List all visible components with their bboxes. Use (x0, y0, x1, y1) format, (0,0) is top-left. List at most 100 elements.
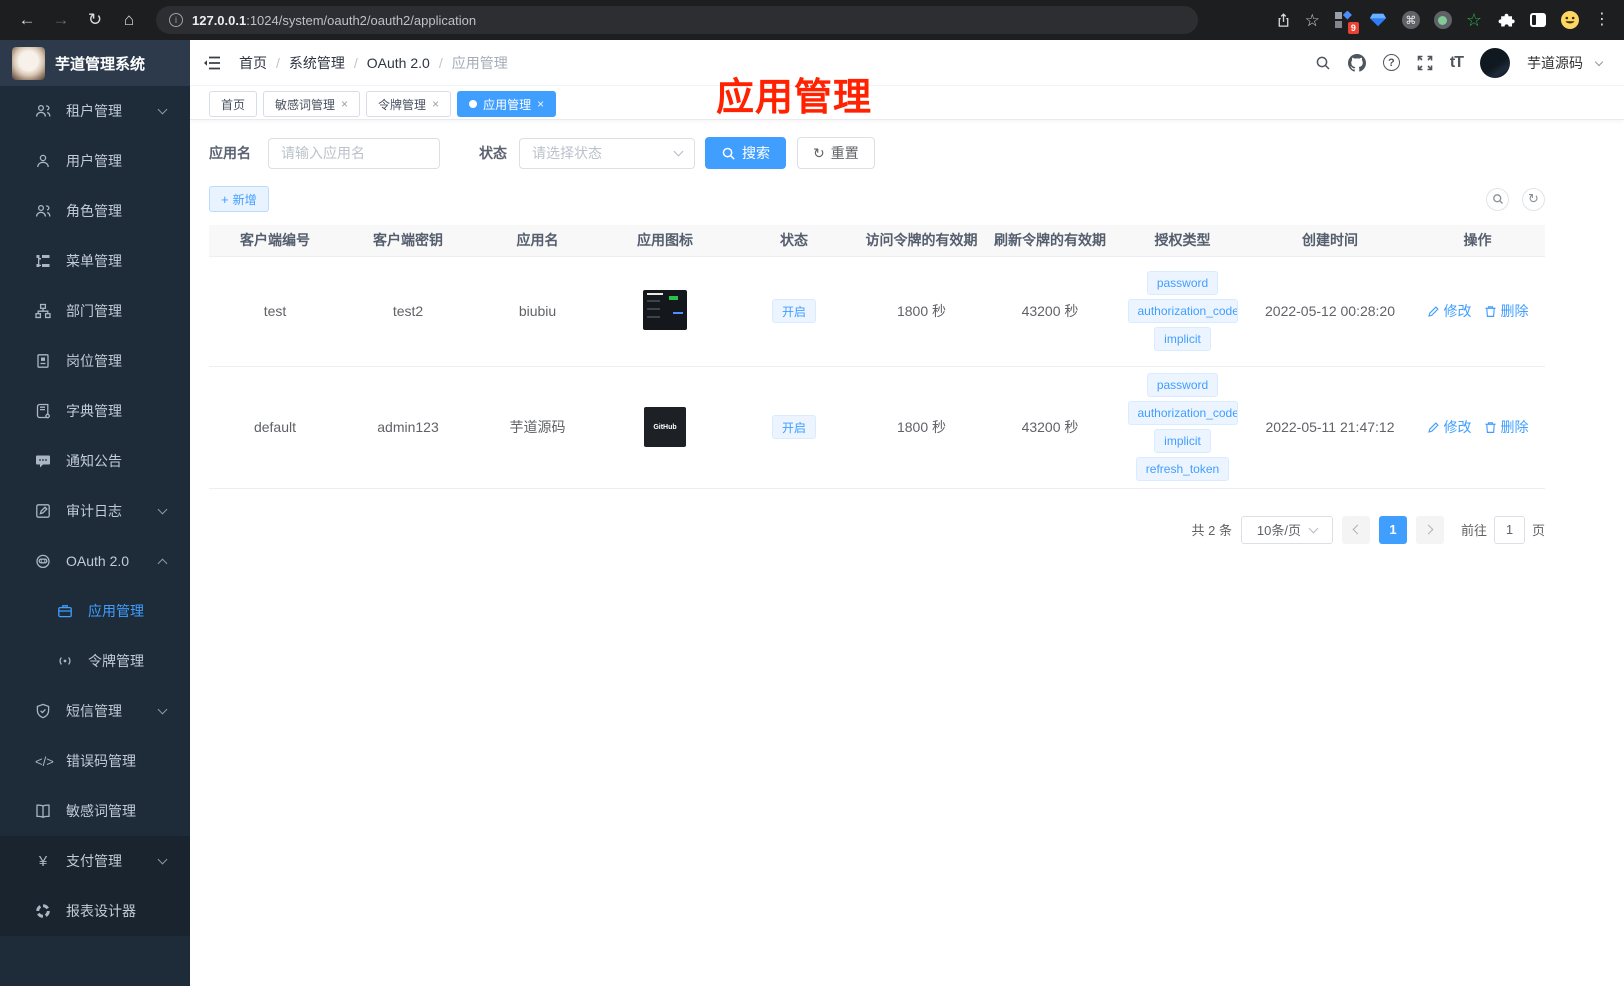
github-link[interactable] (1347, 53, 1366, 72)
bookmark-star-button[interactable]: ☆ (1305, 12, 1320, 29)
sidebar-item-label: 错误码管理 (66, 753, 136, 769)
sidebar-item-role[interactable]: 角色管理 (0, 186, 190, 236)
sidebar-item-errorcode[interactable]: </> 错误码管理 (0, 736, 190, 786)
sidebar-item-sensitiveword[interactable]: 敏感词管理 (0, 786, 190, 836)
github-icon (1347, 53, 1366, 72)
share-button[interactable] (1276, 12, 1291, 28)
sidebar-item-label: 审计日志 (66, 503, 122, 519)
sidebar-item-post[interactable]: 岗位管理 (0, 336, 190, 386)
side-panel-button[interactable] (1530, 13, 1546, 27)
extension-star-green[interactable]: ☆ (1466, 10, 1482, 31)
help-button[interactable]: ? (1382, 54, 1400, 71)
sidebar-item-label: 支付管理 (66, 853, 122, 869)
sidebar-item-dept[interactable]: 部门管理 (0, 286, 190, 336)
extension-tabgroups[interactable]: 9 (1334, 10, 1359, 34)
cell-app-name: biubiu (475, 256, 600, 367)
font-size-button[interactable]: tT (1449, 53, 1464, 72)
edit-link[interactable]: 修改 (1427, 301, 1472, 321)
extension-command[interactable]: ⌘ (1401, 11, 1420, 29)
browser-reload-button[interactable]: ↻ (80, 5, 110, 35)
tab-label: 应用管理 (483, 97, 532, 112)
page-size-select[interactable]: 10条/页 (1240, 515, 1333, 544)
command-icon: ⌘ (1405, 14, 1417, 27)
tab-sensitive-word[interactable]: 敏感词管理 × (263, 91, 361, 117)
browser-home-button[interactable]: ⌂ (114, 5, 144, 35)
sidebar-item-user[interactable]: 用户管理 (0, 136, 190, 186)
sidebar-item-oauth2[interactable]: OAuth 2.0 (0, 536, 190, 586)
status-badge: 开启 (771, 415, 816, 439)
app-logo[interactable]: 芋道管理系统 (0, 40, 190, 86)
sidebar: 芋道管理系统 租户管理 用户管理 角色管理 菜单管理 部门管理 岗位管理 字典管… (0, 40, 190, 986)
goto-label: 前往 (1460, 523, 1487, 538)
font-size-icon: tT (1449, 53, 1464, 71)
search-icon (1316, 56, 1330, 70)
grant-tag: implicit (1154, 429, 1211, 453)
edit-link[interactable]: 修改 (1427, 417, 1472, 437)
logo-rabbit-image (12, 46, 45, 80)
chevron-up-icon (157, 558, 168, 569)
table-row: default admin123 芋道源码 GitHub 开启 1800 秒 4… (209, 366, 1545, 489)
reload-icon: ↻ (87, 10, 103, 29)
sidebar-item-pay[interactable]: ¥ 支付管理 (0, 836, 190, 886)
tab-application-active[interactable]: 应用管理 × (457, 91, 557, 117)
goto-page-input[interactable] (1493, 515, 1525, 544)
next-page-button[interactable] (1415, 515, 1444, 544)
sidebar-item-notice[interactable]: 通知公告 (0, 436, 190, 486)
col-refresh-ttl: 刷新令牌的有效期 (985, 225, 1115, 257)
status-select[interactable]: 请选择状态 (519, 137, 695, 169)
browser-back-button[interactable]: ← (12, 5, 42, 35)
badge-icon (37, 354, 49, 368)
user-avatar[interactable] (1480, 47, 1510, 78)
main-area: 首页 / 系统管理 / OAuth 2.0 / 应用管理 ? tT 芋道源码 首… (190, 40, 1624, 986)
tab-close-icon[interactable]: × (432, 97, 439, 111)
cell-access-ttl: 1800 秒 (858, 256, 985, 367)
tab-home[interactable]: 首页 (209, 91, 258, 117)
browser-menu-button[interactable]: ⋮ (1594, 12, 1610, 28)
breadcrumb-system: 系统管理 (288, 54, 345, 71)
tab-token[interactable]: 令牌管理 × (366, 91, 452, 117)
sidebar-item-tenant[interactable]: 租户管理 (0, 86, 190, 136)
fullscreen-button[interactable] (1417, 55, 1433, 71)
extension-gem[interactable] (1368, 10, 1388, 30)
search-button[interactable]: 搜索 (705, 137, 786, 169)
page-size-value: 10条/页 (1256, 523, 1301, 538)
refresh-table-button[interactable]: ↻ (1522, 187, 1545, 211)
sidebar-collapse-button[interactable] (203, 55, 221, 71)
home-icon: ⌂ (123, 10, 135, 29)
extension-recorder[interactable] (1433, 11, 1452, 29)
table-row: test test2 biubiu 开启 1800 秒 43200 秒 pass… (209, 256, 1545, 367)
delete-link[interactable]: 删除 (1484, 301, 1529, 321)
prev-page-button[interactable] (1341, 515, 1370, 544)
delete-link[interactable]: 删除 (1484, 417, 1529, 437)
sidebar-item-report-designer[interactable]: 报表设计器 (0, 886, 190, 936)
toggle-search-button[interactable] (1486, 187, 1509, 211)
page-number-1[interactable]: 1 (1378, 515, 1407, 544)
site-info-icon[interactable]: i (169, 13, 183, 27)
tab-close-icon[interactable]: × (341, 97, 348, 111)
sidebar-item-sms[interactable]: 短信管理 (0, 686, 190, 736)
extensions-puzzle-button[interactable] (1496, 10, 1516, 30)
sidebar-item-auditlog[interactable]: 审计日志 (0, 486, 190, 536)
extension-emoji[interactable] (1560, 10, 1580, 30)
users-icon (35, 104, 51, 117)
tab-close-icon[interactable]: × (537, 97, 544, 111)
question-icon: ? (1382, 54, 1400, 71)
fold-menu-icon (204, 56, 220, 69)
reset-button[interactable]: ↻ 重置 (797, 137, 875, 169)
edit-pen-icon (1427, 305, 1439, 317)
username[interactable]: 芋道源码 (1527, 53, 1583, 73)
sidebar-item-label: 角色管理 (66, 203, 122, 219)
address-bar[interactable]: i 127.0.0.1:1024/system/oauth2/oauth2/ap… (156, 6, 1198, 34)
browser-forward-button[interactable]: → (46, 5, 76, 35)
grant-tag: authorization_code (1127, 299, 1238, 323)
sidebar-item-oauth2-application[interactable]: 应用管理 (0, 586, 190, 636)
sidebar-item-oauth2-token[interactable]: 令牌管理 (0, 636, 190, 686)
sidebar-item-dict[interactable]: 字典管理 (0, 386, 190, 436)
user-menu-caret-icon[interactable] (1594, 57, 1604, 66)
app-name-input[interactable] (268, 137, 440, 169)
code-icon: </> (35, 753, 54, 769)
sidebar-item-menu[interactable]: 菜单管理 (0, 236, 190, 286)
add-button[interactable]: + 新增 (209, 186, 269, 212)
breadcrumb-home[interactable]: 首页 (239, 53, 267, 73)
header-search-button[interactable] (1315, 55, 1331, 71)
